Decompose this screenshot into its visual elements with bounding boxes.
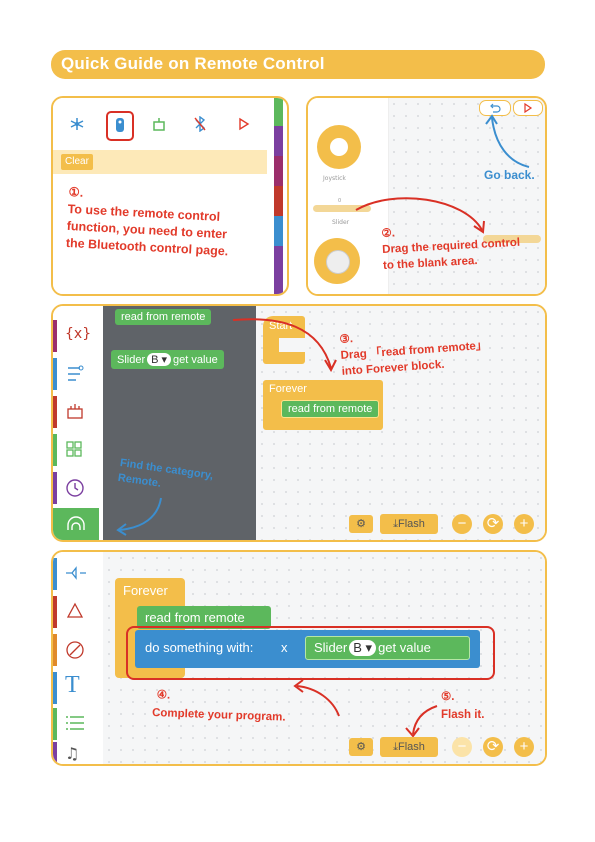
section-title: Quick Guide on Remote Control	[61, 54, 325, 73]
io-icon	[66, 566, 86, 580]
note-5-line-1: Flash it.	[441, 709, 485, 721]
clear-button[interactable]: Clear	[61, 154, 93, 170]
clock-icon	[66, 479, 84, 497]
dropped-read-block[interactable]: read from remote	[281, 400, 380, 418]
joystick-control[interactable]	[317, 125, 361, 169]
zoom-out-button[interactable]: −	[452, 514, 472, 534]
note-2: ②. Drag the required control to the blan…	[381, 217, 545, 274]
category-logic[interactable]	[53, 358, 99, 390]
drag-arrow-3	[232, 318, 337, 373]
panel-complete-program: T ♫ Forever read from remote do somethin…	[51, 550, 547, 766]
remote-icon	[116, 118, 124, 132]
note-4: ④. Complete your program.	[152, 686, 353, 729]
bluetooth-off-icon[interactable]	[193, 116, 207, 132]
forever-block[interactable]: Forever read from remote	[263, 380, 383, 430]
recycle-icon	[66, 602, 84, 618]
flash-button[interactable]: ⤓Flash	[380, 514, 438, 534]
read-from-remote-block[interactable]: read from remote	[115, 309, 212, 325]
category-math[interactable]	[53, 634, 99, 666]
slider-label: Slider	[332, 219, 350, 226]
category-io[interactable]	[53, 558, 99, 590]
remote-signal-icon	[67, 516, 85, 530]
music-icon: ♫	[65, 744, 80, 763]
category-list: {x}	[53, 306, 103, 540]
play-icon[interactable]	[238, 117, 250, 131]
note-5: ⑤. Flash it.	[441, 688, 541, 724]
panel-remote-category: {x} read from remote Slider B ▾ get value …	[51, 304, 547, 542]
flash-label-4: Flash	[397, 741, 425, 753]
zoom-out-button-4[interactable]: −	[452, 737, 472, 757]
debug-button[interactable]: ⚙	[349, 515, 373, 533]
category-stripes	[274, 98, 283, 294]
slider-option-dropdown[interactable]: B ▾	[147, 353, 172, 366]
reset-zoom-button-4[interactable]: ⟳	[483, 737, 503, 757]
network-icon[interactable]	[68, 116, 86, 132]
logic-icon	[68, 365, 84, 381]
note-1: ①. To use the remote control function, y…	[65, 184, 268, 262]
debug-button-4[interactable]: ⚙	[349, 738, 373, 756]
slider-get-value-block[interactable]: Slider B ▾ get value	[111, 350, 224, 369]
forever-label-4: Forever	[123, 583, 168, 598]
top-toolbar	[53, 98, 275, 148]
robot-icon[interactable]	[151, 116, 167, 132]
robot-block-icon	[67, 404, 83, 419]
flash-button-4[interactable]: ⤓Flash	[380, 737, 438, 757]
note-5-number: ⑤.	[441, 691, 455, 703]
reset-zoom-button[interactable]: ⟳	[483, 514, 503, 534]
remote-icon-button[interactable]	[106, 111, 134, 141]
panel-bluetooth-page: Clear ①. To use the remote control funct…	[51, 96, 289, 296]
category-robot[interactable]	[53, 396, 99, 428]
slider-value: 0	[338, 198, 342, 204]
slider-prefix: Slider	[117, 354, 146, 366]
list-icon	[66, 716, 84, 730]
dpad-control[interactable]	[314, 238, 360, 284]
flash-label: Flash	[397, 518, 425, 530]
zoom-in-button[interactable]: +	[514, 514, 534, 534]
math-icon	[66, 641, 84, 659]
panel-controls: Joystick 0 Slider Go back. ②. Drag the r…	[306, 96, 547, 296]
section-title-bar: Quick Guide on Remote Control	[51, 50, 545, 79]
find-arrow	[116, 497, 162, 536]
category-layout[interactable]	[53, 434, 99, 466]
category-text[interactable]: T	[53, 672, 99, 704]
text-icon: T	[65, 672, 80, 698]
category-loops[interactable]	[53, 596, 99, 628]
slider-suffix: get value	[173, 354, 218, 366]
go-back-note: Go back.	[484, 168, 535, 182]
category-time[interactable]	[53, 472, 99, 504]
category-variables[interactable]: {x}	[53, 320, 99, 352]
go-back-arrow	[485, 114, 530, 168]
category-lists[interactable]	[53, 708, 99, 740]
flash-arrow	[405, 705, 438, 738]
grid-icon	[66, 441, 82, 457]
zoom-in-button-4[interactable]: +	[514, 737, 534, 757]
category-music[interactable]: ♫	[53, 742, 99, 764]
category-list-4: T ♫	[53, 552, 103, 764]
joystick-label: Joystick	[323, 175, 346, 182]
forever-label: Forever	[269, 383, 307, 395]
category-remote[interactable]	[53, 508, 99, 540]
highlight-box	[126, 626, 495, 680]
slider-option: B	[151, 354, 159, 366]
variable-icon: {x}	[65, 326, 92, 342]
